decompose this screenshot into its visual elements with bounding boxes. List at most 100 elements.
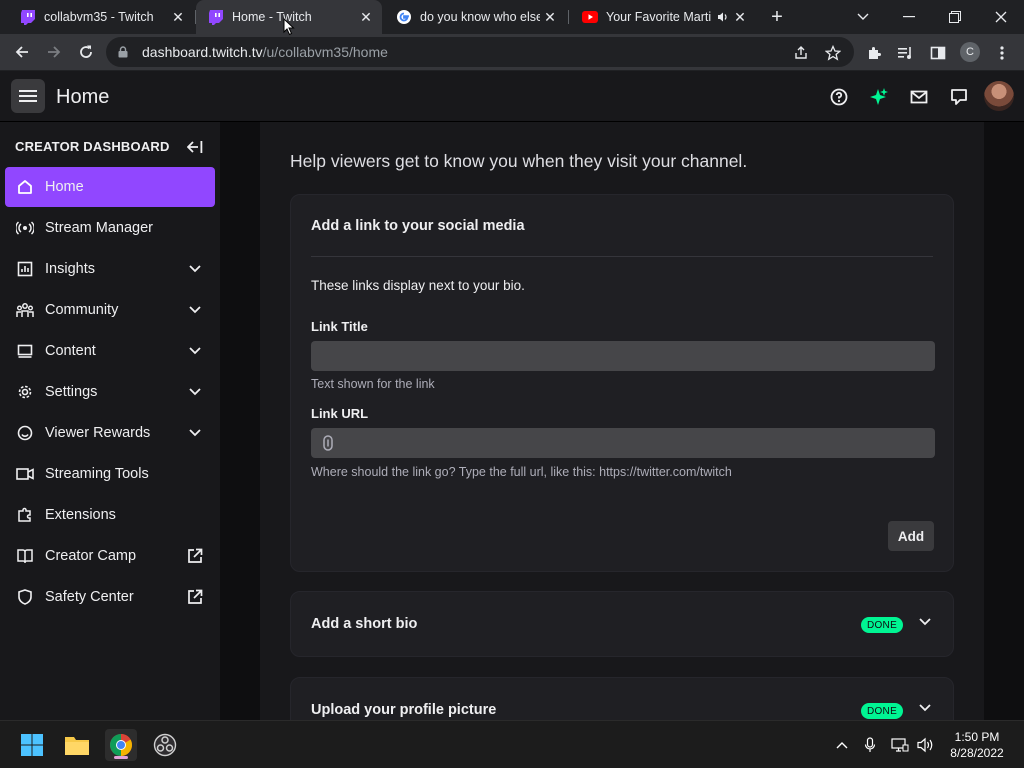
external-link-icon <box>186 588 204 606</box>
sidebar-item-safety-center[interactable]: Safety Center <box>5 577 215 617</box>
browser-tab-1[interactable]: collabvm35 - Twitch ✕ <box>8 0 194 34</box>
chevron-down-icon <box>186 260 204 278</box>
add-link-button[interactable]: Add <box>888 521 934 551</box>
address-bar[interactable]: dashboard.twitch.tv/u/collabvm35/home <box>106 37 854 67</box>
sidebar-item-streaming-tools[interactable]: Streaming Tools <box>5 454 215 494</box>
tab-separator <box>568 10 569 24</box>
camera-icon <box>16 465 34 483</box>
close-tab-icon[interactable]: ✕ <box>356 7 376 27</box>
lock-icon <box>118 46 132 58</box>
sidebar-item-label: Content <box>45 343 96 359</box>
sidebar-item-viewer-rewards[interactable]: Viewer Rewards <box>5 413 215 453</box>
tab-title: do you know who else <box>420 10 540 24</box>
windows-start-icon[interactable] <box>16 729 48 761</box>
sidebar-item-insights[interactable]: Insights <box>5 249 215 289</box>
sidebar-item-creator-camp[interactable]: Creator Camp <box>5 536 215 576</box>
help-icon[interactable] <box>828 86 850 108</box>
link-url-input[interactable] <box>311 428 935 458</box>
link-url-label: Link URL <box>311 406 369 421</box>
top-nav: Home <box>0 71 1024 122</box>
chevron-down-icon <box>186 383 204 401</box>
forward-button[interactable] <box>40 38 68 66</box>
page-title: Home <box>56 86 110 108</box>
sidebar-item-stream-manager[interactable]: Stream Manager <box>5 208 215 248</box>
sidebar-item-settings[interactable]: Settings <box>5 372 215 412</box>
clock[interactable]: 1:50 PM 8/28/2022 <box>942 729 1012 761</box>
profile-avatar[interactable]: C <box>960 42 980 62</box>
extensions-icon[interactable] <box>864 43 884 63</box>
chevron-down-icon[interactable] <box>917 700 933 716</box>
link-title-input[interactable] <box>311 341 935 371</box>
media-control-icon[interactable] <box>896 43 916 63</box>
chrome-icon[interactable] <box>105 729 137 761</box>
obs-icon[interactable] <box>149 729 181 761</box>
chrome-menu-icon[interactable] <box>992 43 1012 63</box>
file-explorer-icon[interactable] <box>61 729 93 761</box>
chevron-down-icon <box>186 424 204 442</box>
sidebar-item-label: Insights <box>45 261 95 277</box>
puzzle-icon <box>16 506 34 524</box>
back-button[interactable] <box>8 38 36 66</box>
done-badge: DONE <box>861 703 903 719</box>
whispers-icon[interactable] <box>948 86 970 108</box>
twitch-icon <box>20 9 36 25</box>
short-bio-card[interactable]: Add a short bio DONE <box>290 591 954 657</box>
user-avatar[interactable] <box>984 81 1014 111</box>
sidebar-item-extensions[interactable]: Extensions <box>5 495 215 535</box>
tab-title: collabvm35 - Twitch <box>44 10 154 24</box>
creator-dashboard-sidebar: CREATOR DASHBOARD Home Stream Manager In… <box>0 122 220 720</box>
url-text: dashboard.twitch.tv/u/collabvm35/home <box>142 44 388 60</box>
home-icon <box>16 178 34 196</box>
show-hidden-icons-chevron-icon[interactable] <box>832 735 852 755</box>
youtube-icon <box>582 9 598 25</box>
bookmark-star-icon[interactable] <box>824 44 842 62</box>
collapse-sidebar-icon[interactable] <box>186 138 204 156</box>
profile-picture-card[interactable]: Upload your profile picture DONE <box>290 677 954 720</box>
sidebar-item-label: Creator Camp <box>45 548 137 564</box>
speaker-icon[interactable] <box>716 7 730 27</box>
intro-text: Help viewers get to know you when they v… <box>290 151 748 171</box>
broadcast-icon <box>16 219 34 237</box>
hamburger-menu-button[interactable] <box>11 79 45 113</box>
bio-card-title: Add a short bio <box>311 616 418 632</box>
mouse-cursor-icon <box>283 18 295 36</box>
sparkle-icon[interactable] <box>868 86 890 108</box>
content-column: Help viewers get to know you when they v… <box>260 122 984 720</box>
rewards-icon <box>16 424 34 442</box>
minimize-button[interactable] <box>886 0 932 34</box>
sidebar-item-home[interactable]: Home <box>5 167 215 207</box>
side-panel-icon[interactable] <box>928 43 948 63</box>
close-tab-icon[interactable]: ✕ <box>168 7 188 27</box>
network-icon[interactable] <box>890 735 910 755</box>
card-divider <box>311 256 933 257</box>
sidebar-item-label: Stream Manager <box>45 220 153 236</box>
link-url-help: Where should the link go? Type the full … <box>311 465 732 479</box>
social-card-title: Add a link to your social media <box>311 218 525 234</box>
share-icon[interactable] <box>792 44 810 62</box>
close-tab-icon[interactable]: ✕ <box>730 7 750 27</box>
content-icon <box>16 342 34 360</box>
browser-tab-3[interactable]: do you know who else ✕ <box>384 0 566 34</box>
sidebar-item-content[interactable]: Content <box>5 331 215 371</box>
social-media-card: Add a link to your social media These li… <box>290 194 954 572</box>
taskbar: 1:50 PM 8/28/2022 <box>0 720 1024 768</box>
close-window-button[interactable] <box>978 0 1024 34</box>
gear-icon <box>16 383 34 401</box>
link-title-help: Text shown for the link <box>311 377 435 391</box>
url-path: /u/collabvm35/home <box>262 44 388 60</box>
chevron-down-icon[interactable] <box>917 614 933 630</box>
new-tab-button[interactable]: + <box>766 6 788 28</box>
sidebar-item-label: Settings <box>45 384 98 400</box>
link-icon <box>321 435 335 451</box>
browser-tab-4[interactable]: Your Favorite Marti ✕ <box>570 0 756 34</box>
inbox-icon[interactable] <box>908 86 930 108</box>
volume-icon[interactable] <box>916 735 936 755</box>
hamburger-icon <box>19 90 37 102</box>
reload-button[interactable] <box>72 38 100 66</box>
tab-search-icon[interactable] <box>840 0 886 34</box>
microphone-icon[interactable] <box>860 735 880 755</box>
chevron-down-icon <box>186 301 204 319</box>
close-tab-icon[interactable]: ✕ <box>540 7 560 27</box>
restore-button[interactable] <box>932 0 978 34</box>
sidebar-item-community[interactable]: Community <box>5 290 215 330</box>
